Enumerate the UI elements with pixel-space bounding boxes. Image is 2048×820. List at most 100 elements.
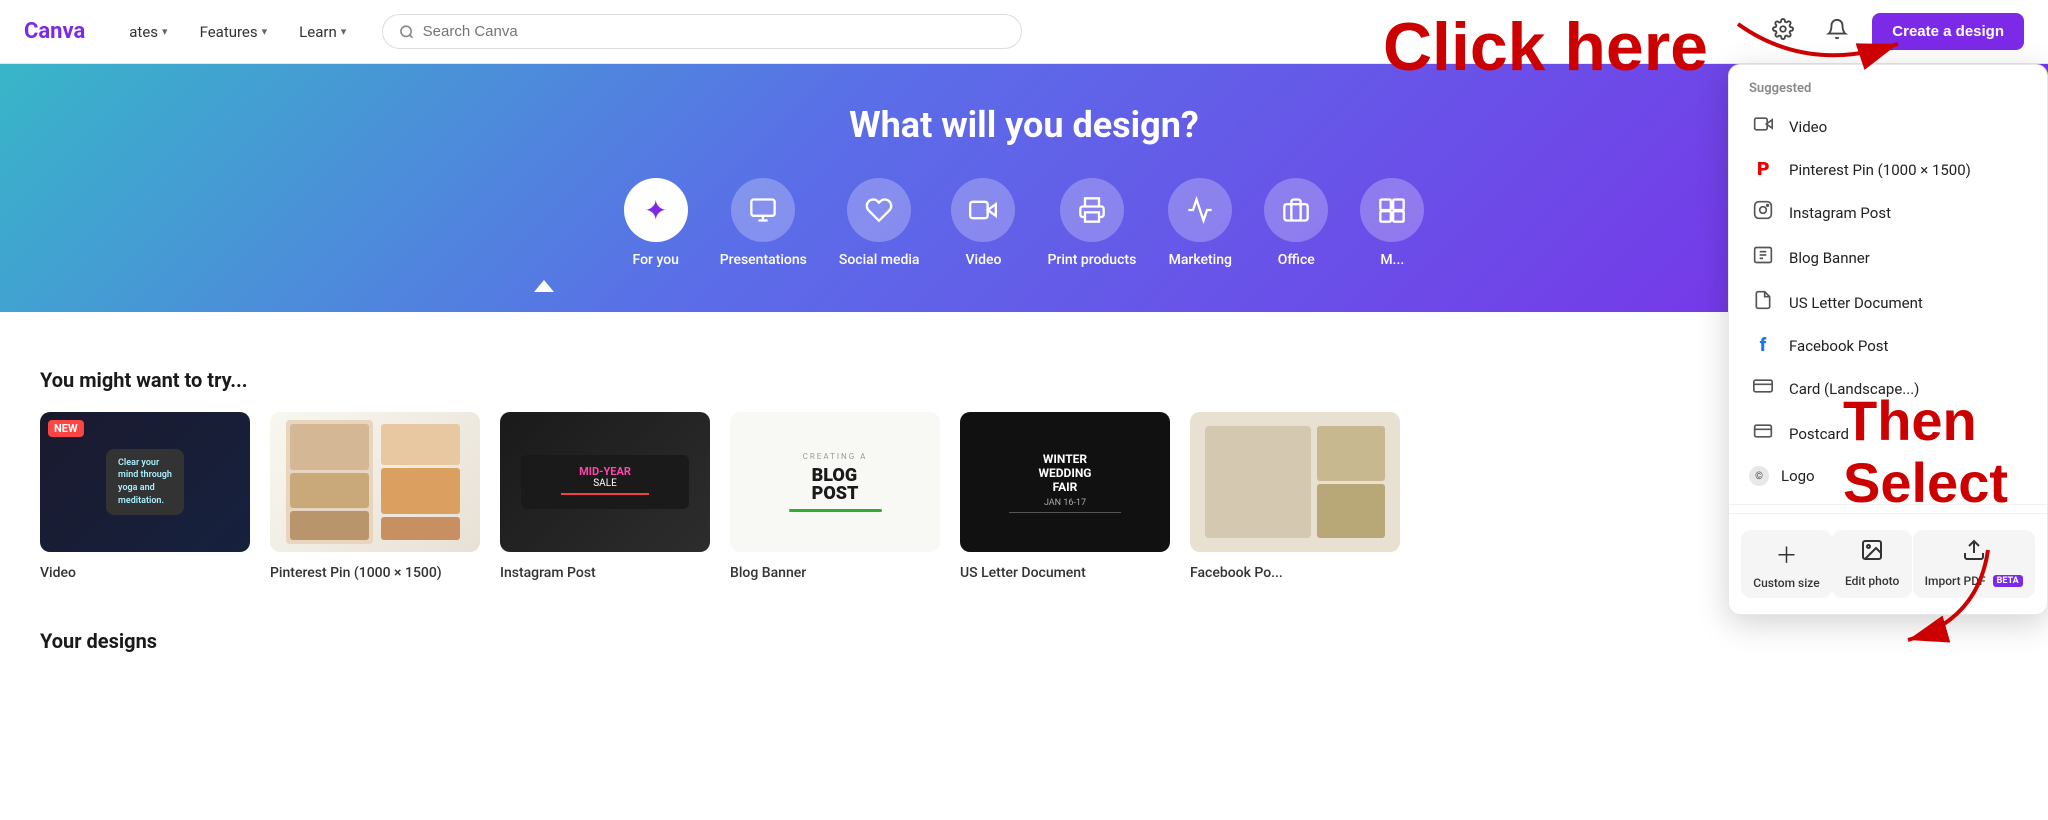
card-thumb-instagram: MID-YEAR SALE [500, 412, 710, 552]
card-thumb-pinterest [270, 412, 480, 552]
card-label-video: Video [40, 565, 76, 581]
postcard-dropdown-icon [1749, 421, 1777, 446]
chevron-down-icon-templates: ▾ [162, 25, 168, 38]
dropdown-actions: ＋ Custom size Edit photo Import PDF BETA [1729, 513, 2047, 614]
beta-badge: BETA [1993, 575, 2023, 587]
dropdown-label-blog: Blog Banner [1789, 249, 1870, 267]
dropdown-divider [1729, 504, 2047, 505]
category-office[interactable]: Office [1264, 178, 1328, 268]
dropdown-item-video[interactable]: Video [1729, 104, 2047, 149]
category-social-media[interactable]: Social media [839, 178, 920, 268]
print-products-icon [1060, 178, 1124, 242]
create-design-button[interactable]: Create a design [1872, 13, 2024, 50]
dropdown-label-pinterest: Pinterest Pin (1000 × 1500) [1789, 161, 1971, 179]
card-thumb-blog: CREATING A BLOGPOST [730, 412, 940, 552]
edit-photo-button[interactable]: Edit photo [1832, 530, 1912, 598]
pdf-icon [1962, 538, 1986, 568]
import-pdf-label: Import PDF [1925, 574, 1986, 588]
dropdown-section-label: Suggested [1729, 81, 2047, 104]
dropdown-item-card[interactable]: Card (Landscape...) [1729, 366, 2047, 411]
list-item[interactable]: WINTERWEDDINGFAIR JAN 16-17 US Letter Do… [960, 412, 1170, 581]
social-media-icon [847, 178, 911, 242]
video-icon [951, 178, 1015, 242]
category-label-office: Office [1278, 252, 1315, 268]
nav-label-features: Features [200, 23, 258, 41]
nav-item-learn[interactable]: Learn ▾ [287, 15, 358, 49]
card-label-blog: Blog Banner [730, 565, 806, 581]
dropdown-label-logo: Logo [1781, 467, 1815, 485]
for-you-icon: ✦ [624, 178, 688, 242]
category-label-for-you: For you [633, 252, 679, 268]
nav: ates ▾ Features ▾ Learn ▾ [117, 15, 358, 49]
card-label-us-letter: US Letter Document [960, 565, 1086, 581]
category-for-you[interactable]: ✦ For you [624, 178, 688, 268]
dropdown-item-blog[interactable]: Blog Banner [1729, 235, 2047, 280]
card-label-instagram: Instagram Post [500, 565, 596, 581]
us-letter-dropdown-icon [1749, 290, 1777, 315]
cards-grid: NEW Clear yourmind throughyoga andmedita… [40, 412, 2008, 581]
card-thumb-facebook [1190, 412, 1400, 552]
list-item[interactable]: CREATING A BLOGPOST Blog Banner [730, 412, 940, 581]
dropdown-item-facebook[interactable]: f Facebook Post [1729, 325, 2047, 366]
dropdown-item-instagram[interactable]: Instagram Post [1729, 190, 2047, 235]
category-video[interactable]: Video [951, 178, 1015, 268]
gear-icon [1772, 18, 1794, 40]
more-icon [1360, 178, 1424, 242]
card-label-facebook: Facebook Po... [1190, 565, 1283, 581]
try-section-title: You might want to try... [40, 368, 2008, 392]
category-print-products[interactable]: Print products [1047, 178, 1136, 268]
create-design-dropdown: Suggested Video 𝗣 Pinterest Pin (1000 × … [1728, 64, 2048, 615]
category-label-more: M... [1380, 252, 1404, 268]
instagram-dropdown-icon [1749, 200, 1777, 225]
facebook-dropdown-icon: f [1749, 335, 1777, 356]
nav-item-templates[interactable]: ates ▾ [117, 15, 179, 49]
dropdown-label-facebook: Facebook Post [1789, 337, 1888, 355]
custom-size-button[interactable]: ＋ Custom size [1741, 530, 1831, 598]
chevron-down-icon-learn: ▾ [341, 25, 347, 38]
blog-dropdown-icon [1749, 245, 1777, 270]
custom-size-label: Custom size [1753, 576, 1819, 590]
pinterest-dropdown-icon: 𝗣 [1749, 159, 1777, 180]
dropdown-item-logo[interactable]: © Logo [1729, 456, 2047, 496]
nav-label-learn: Learn [299, 23, 337, 41]
plus-icon: ＋ [1775, 538, 1797, 570]
marketing-icon [1168, 178, 1232, 242]
chevron-down-icon-features: ▾ [262, 25, 268, 38]
card-thumb-us-letter: WINTERWEDDINGFAIR JAN 16-17 [960, 412, 1170, 552]
category-marketing[interactable]: Marketing [1168, 178, 1232, 268]
presentations-icon [731, 178, 795, 242]
dropdown-label-card: Card (Landscape...) [1789, 380, 1919, 398]
list-item[interactable]: MID-YEAR SALE Instagram Post [500, 412, 710, 581]
logo-dropdown-icon: © [1749, 466, 1769, 486]
card-dropdown-icon [1749, 376, 1777, 401]
list-item[interactable]: Pinterest Pin (1000 × 1500) [270, 412, 480, 581]
your-designs-title: Your designs [40, 629, 157, 653]
dropdown-item-pinterest[interactable]: 𝗣 Pinterest Pin (1000 × 1500) [1729, 149, 2047, 190]
notifications-button[interactable] [1818, 10, 1856, 54]
category-label-presentations: Presentations [720, 252, 807, 268]
video-dropdown-icon [1749, 114, 1777, 139]
card-label-pinterest: Pinterest Pin (1000 × 1500) [270, 565, 442, 581]
category-label-marketing: Marketing [1169, 252, 1232, 268]
header-actions: Create a design [1764, 10, 2024, 54]
search-input[interactable] [423, 23, 1006, 40]
import-pdf-button[interactable]: Import PDF BETA [1913, 530, 2035, 598]
header: Canva ates ▾ Features ▾ Learn ▾ [0, 0, 2048, 64]
dropdown-item-us-letter[interactable]: US Letter Document [1729, 280, 2047, 325]
dropdown-item-postcard[interactable]: Postcard [1729, 411, 2047, 456]
category-presentations[interactable]: Presentations [720, 178, 807, 268]
search-icon [399, 24, 414, 40]
card-thumb-video: NEW Clear yourmind throughyoga andmedita… [40, 412, 250, 552]
photo-icon [1860, 538, 1884, 568]
logo: Canva [24, 19, 85, 44]
list-item[interactable]: Facebook Po... [1190, 412, 1400, 581]
your-designs-section: Your designs [0, 613, 2048, 653]
nav-item-features[interactable]: Features ▾ [188, 15, 280, 49]
dropdown-label-postcard: Postcard [1789, 425, 1849, 443]
list-item[interactable]: NEW Clear yourmind throughyoga andmedita… [40, 412, 250, 581]
settings-button[interactable] [1764, 10, 1802, 54]
category-more[interactable]: M... [1360, 178, 1424, 268]
category-label-social-media: Social media [839, 252, 920, 268]
dropdown-label-instagram: Instagram Post [1789, 204, 1891, 222]
edit-photo-label: Edit photo [1845, 574, 1899, 588]
